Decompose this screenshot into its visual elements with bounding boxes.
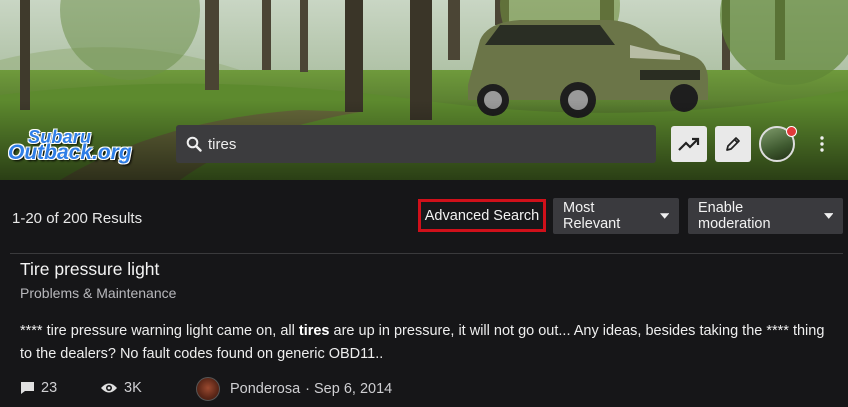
more-vert-icon[interactable] bbox=[814, 134, 830, 154]
view-count: 3K bbox=[100, 380, 142, 396]
view-count-value: 3K bbox=[124, 380, 142, 396]
sort-dropdown[interactable]: Most Relevant bbox=[553, 198, 679, 234]
comment-icon bbox=[21, 382, 34, 394]
author-avatar bbox=[196, 377, 220, 401]
new-post-button[interactable] bbox=[715, 126, 751, 162]
divider bbox=[10, 253, 843, 254]
chevron-down-icon bbox=[823, 213, 833, 219]
result-title-link[interactable]: Tire pressure light bbox=[20, 259, 159, 280]
moderation-dropdown[interactable]: Enable moderation bbox=[688, 198, 843, 234]
pencil-icon bbox=[726, 137, 740, 151]
eye-icon bbox=[101, 383, 117, 393]
trending-button[interactable] bbox=[671, 126, 707, 162]
reply-count: 23 bbox=[20, 380, 57, 396]
header-banner: Subaru Outback.org tires bbox=[0, 0, 848, 180]
snippet-text: **** tire pressure warning light came on… bbox=[20, 323, 299, 339]
trending-icon bbox=[678, 137, 700, 151]
result-snippet: **** tire pressure warning light came on… bbox=[20, 320, 835, 366]
search-query: tires bbox=[208, 135, 237, 153]
search-icon bbox=[186, 136, 202, 152]
logo-text-outback: Outback.org bbox=[8, 141, 132, 164]
results-count: 1-20 of 200 Results bbox=[12, 210, 143, 227]
snippet-highlight: tires bbox=[298, 323, 330, 339]
sort-dropdown-label: Most Relevant bbox=[563, 200, 621, 232]
reply-count-value: 23 bbox=[41, 380, 58, 396]
advanced-search-button[interactable]: Advanced Search bbox=[418, 199, 546, 232]
result-forum-link[interactable]: Problems & Maintenance bbox=[20, 285, 176, 301]
user-menu[interactable] bbox=[759, 126, 797, 162]
site-logo[interactable]: Subaru Outback.org bbox=[8, 127, 168, 164]
author-name[interactable]: Ponderosa bbox=[230, 381, 300, 397]
post-date: · Sep 6, 2014 bbox=[305, 381, 393, 397]
moderation-dropdown-label: Enable moderation bbox=[698, 200, 771, 232]
post-author[interactable]: Ponderosa · Sep 6, 2014 bbox=[196, 377, 392, 401]
notification-dot bbox=[786, 126, 797, 137]
search-input[interactable]: tires bbox=[176, 125, 656, 163]
chevron-down-icon bbox=[659, 213, 669, 219]
